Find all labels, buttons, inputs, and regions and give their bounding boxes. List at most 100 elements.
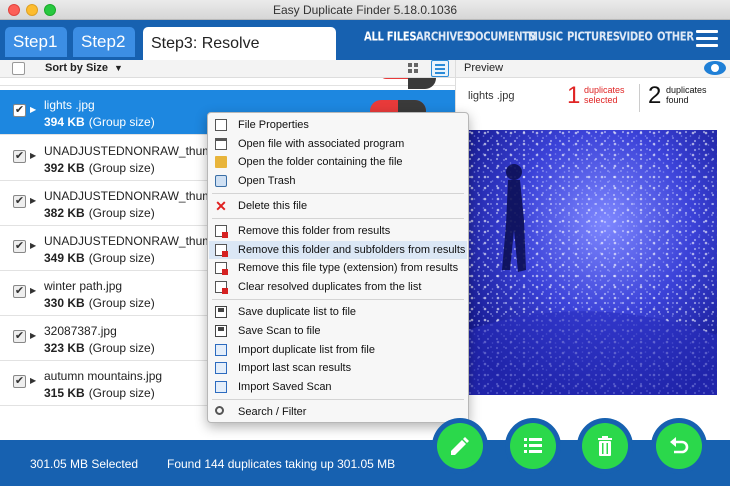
- chevron-down-icon[interactable]: ▼: [114, 63, 123, 73]
- undo-icon: [670, 437, 689, 454]
- expand-triangle-icon[interactable]: ▶: [30, 105, 36, 114]
- close-window-button[interactable]: [8, 4, 20, 16]
- menu-separator: [212, 193, 464, 194]
- group-size-label: (Group size): [88, 341, 155, 355]
- group-size-label: (Group size): [88, 161, 155, 175]
- list-icon: [524, 438, 542, 453]
- list-view-icon[interactable]: [431, 60, 449, 77]
- menu-item-open-file[interactable]: Open file with associated program: [209, 135, 467, 153]
- menu-item-file-properties[interactable]: File Properties: [209, 116, 467, 134]
- tab-pictures[interactable]: PICTURES: [567, 31, 620, 45]
- group-size-label: (Group size): [88, 115, 155, 129]
- tab-step2[interactable]: Step2: [73, 27, 135, 57]
- file-checkbox[interactable]: ✔: [13, 150, 26, 163]
- duplicates-selected-count: 1: [567, 82, 581, 109]
- file-name: UNADJUSTEDNONRAW_thumb: [44, 144, 219, 158]
- menu-item-search-filter[interactable]: Search / Filter: [209, 403, 467, 421]
- maximize-window-button[interactable]: [44, 4, 56, 16]
- expand-triangle-icon[interactable]: ▶: [30, 331, 36, 340]
- eye-icon[interactable]: [704, 61, 726, 75]
- file-size: 330 KB: [44, 296, 85, 310]
- remove-subfolders-icon: [215, 244, 228, 257]
- tab-step1[interactable]: Step1: [5, 27, 67, 57]
- window-icon: [215, 138, 227, 150]
- minimize-window-button[interactable]: [26, 4, 38, 16]
- tab-step3[interactable]: Step3: Resolve Duplicates: [143, 27, 336, 85]
- search-icon: [215, 406, 224, 415]
- list-item-partial[interactable]: [0, 78, 455, 89]
- select-all-checkbox[interactable]: [12, 62, 25, 75]
- file-size: 323 KB: [44, 341, 85, 355]
- save-list-icon: [215, 306, 227, 318]
- file-checkbox[interactable]: ✔: [13, 285, 26, 298]
- folder-icon: [215, 156, 227, 168]
- tab-other[interactable]: OTHER: [657, 31, 694, 45]
- context-menu: File Properties Open file with associate…: [207, 112, 469, 423]
- preview-file-name: lights .jpg: [468, 90, 515, 102]
- remove-folder-icon: [215, 225, 228, 238]
- import-saved-icon: [215, 381, 227, 393]
- file-size: 315 KB: [44, 386, 85, 400]
- menu-item-remove-folder[interactable]: Remove this folder from results: [209, 222, 467, 240]
- duplicates-selected-label: duplicates selected: [584, 85, 625, 105]
- file-size: 392 KB: [44, 161, 85, 175]
- expand-triangle-icon[interactable]: ▶: [30, 286, 36, 295]
- menu-item-open-trash[interactable]: Open Trash: [209, 172, 467, 190]
- list-actions-button[interactable]: [505, 418, 561, 474]
- file-checkbox[interactable]: ✔: [13, 375, 26, 388]
- file-checkbox[interactable]: ✔: [13, 330, 26, 343]
- menu-item-save-scan[interactable]: Save Scan to file: [209, 322, 467, 340]
- selected-size-text: 301.05 MB Selected: [30, 457, 139, 471]
- file-checkbox[interactable]: ✔: [13, 195, 26, 208]
- tab-all-files[interactable]: ALL FILES: [364, 31, 417, 45]
- tab-video[interactable]: VIDEO: [619, 31, 653, 45]
- edit-button[interactable]: [432, 418, 488, 474]
- menu-item-clear-resolved[interactable]: Clear resolved duplicates from the list: [209, 278, 467, 296]
- file-name: UNADJUSTEDNONRAW_thumb: [44, 189, 219, 203]
- document-icon: [215, 119, 227, 131]
- window-title: Easy Duplicate Finder 5.18.0.1036: [272, 3, 458, 17]
- tab-archives[interactable]: ARCHIVES: [416, 31, 471, 45]
- file-name: UNADJUSTEDNONRAW_thumb: [44, 234, 219, 248]
- duplicates-found-label: duplicates found: [666, 85, 707, 105]
- tab-documents[interactable]: DOCUMENTS: [467, 31, 536, 45]
- expand-triangle-icon[interactable]: ▶: [30, 241, 36, 250]
- list-toolbar: Sort by Size ▼: [0, 60, 455, 78]
- expand-triangle-icon[interactable]: ▶: [30, 376, 36, 385]
- hamburger-menu-icon[interactable]: [696, 30, 718, 48]
- expand-triangle-icon[interactable]: ▶: [30, 151, 36, 160]
- sort-by-dropdown[interactable]: Sort by Size: [45, 62, 108, 74]
- expand-triangle-icon[interactable]: ▶: [30, 196, 36, 205]
- delete-button[interactable]: [577, 418, 633, 474]
- menu-item-import-last[interactable]: Import last scan results: [209, 359, 467, 377]
- menu-item-import-saved[interactable]: Import Saved Scan: [209, 378, 467, 396]
- tab-music[interactable]: MUSIC: [528, 31, 563, 45]
- menu-item-import-list[interactable]: Import duplicate list from file: [209, 341, 467, 359]
- undo-button[interactable]: [651, 418, 707, 474]
- menu-item-open-folder[interactable]: Open the folder containing the file: [209, 153, 467, 171]
- stats-divider: [639, 84, 640, 112]
- menu-item-remove-subfolders[interactable]: Remove this folder and subfolders from r…: [209, 241, 467, 259]
- menu-item-remove-filetype[interactable]: Remove this file type (extension) from r…: [209, 259, 467, 277]
- group-size-label: (Group size): [88, 206, 155, 220]
- window-titlebar: Easy Duplicate Finder 5.18.0.1036: [0, 0, 730, 20]
- import-last-icon: [215, 362, 227, 374]
- header-nav: Step1 Step2 Step3: Resolve Duplicates AL…: [0, 20, 730, 85]
- menu-separator: [212, 399, 464, 400]
- group-size-label: (Group size): [88, 296, 155, 310]
- file-name: autumn mountains.jpg: [44, 369, 163, 383]
- preview-label: Preview: [464, 62, 504, 74]
- file-checkbox[interactable]: ✔: [13, 240, 26, 253]
- menu-separator: [212, 299, 464, 300]
- trash-icon: [215, 175, 227, 187]
- trash-icon: [598, 436, 612, 456]
- found-summary-text: Found 144 duplicates taking up 301.05 MB: [167, 457, 396, 471]
- grid-view-icon[interactable]: [408, 63, 418, 73]
- menu-item-save-list[interactable]: Save duplicate list to file: [209, 303, 467, 321]
- group-size-label: (Group size): [88, 251, 155, 265]
- preview-image: [468, 130, 717, 395]
- delete-x-icon: ✕: [215, 198, 227, 214]
- menu-item-delete-file[interactable]: ✕ Delete this file: [209, 197, 467, 215]
- preview-stats: lights .jpg 1 duplicates selected 2 dupli…: [455, 78, 730, 118]
- file-checkbox[interactable]: ✔: [13, 104, 26, 117]
